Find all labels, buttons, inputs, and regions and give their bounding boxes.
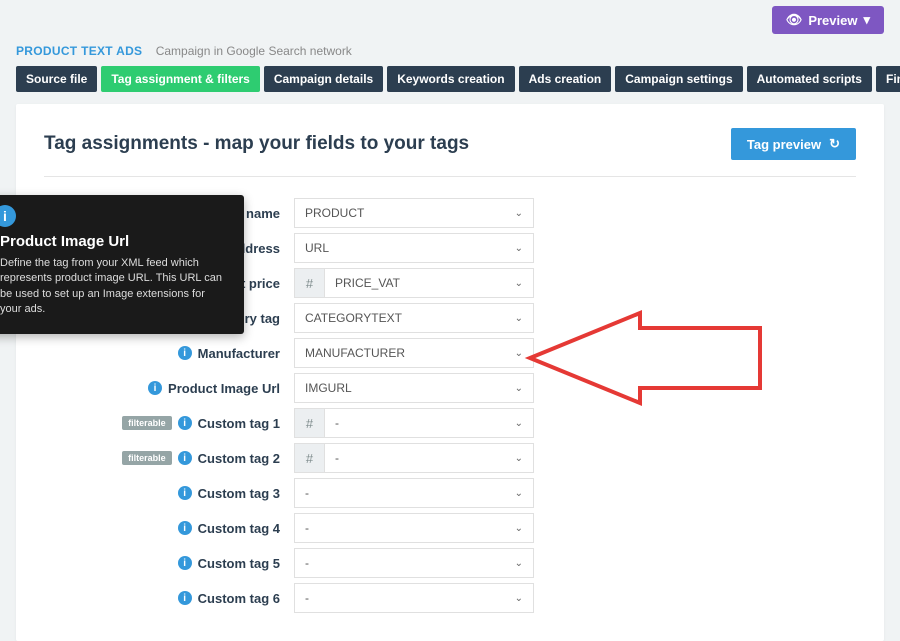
field-row: filterableiCustom tag 2#-⌄	[44, 442, 856, 474]
field-row: iCustom tag 5-⌄	[44, 547, 856, 579]
field-select[interactable]: PRODUCT ⌄	[294, 198, 534, 228]
hash-prefix: #	[294, 443, 324, 473]
info-icon[interactable]: i	[178, 346, 192, 360]
field-label: Custom tag 1	[198, 416, 280, 431]
field-select[interactable]: MANUFACTURER ⌄	[294, 338, 534, 368]
field-row: iCustom tag 3-⌄	[44, 477, 856, 509]
select-value: IMGURL	[305, 381, 352, 395]
select-value: PRODUCT	[305, 206, 364, 220]
info-icon[interactable]: i	[178, 521, 192, 535]
field-label: Custom tag 4	[198, 521, 280, 536]
select-value: -	[305, 556, 309, 570]
field-select[interactable]: -⌄	[324, 408, 534, 438]
field-select[interactable]: -⌄	[324, 443, 534, 473]
field-select[interactable]: -⌄	[294, 478, 534, 508]
info-icon[interactable]: i	[148, 381, 162, 395]
field-select[interactable]: -⌄	[294, 583, 534, 613]
field-label: Product Image Url	[168, 381, 280, 396]
breadcrumb-main[interactable]: PRODUCT TEXT ADS	[16, 44, 142, 58]
tooltip-body: Define the tag from your XML feed which …	[0, 256, 228, 318]
chevron-down-icon: ⌄	[515, 418, 523, 429]
caret-down-icon: ▾	[863, 12, 870, 28]
info-icon[interactable]: i	[178, 591, 192, 605]
filterable-badge: filterable	[122, 416, 172, 430]
refresh-icon: ↻	[829, 136, 840, 152]
filterable-badge: filterable	[122, 451, 172, 465]
field-select[interactable]: -⌄	[294, 513, 534, 543]
chevron-down-icon: ⌄	[515, 278, 523, 289]
chevron-down-icon: ⌄	[515, 313, 523, 324]
hash-prefix: #	[294, 408, 324, 438]
breadcrumb: PRODUCT TEXT ADS Campaign in Google Sear…	[0, 40, 900, 66]
select-value: PRICE_VAT	[335, 276, 400, 290]
tooltip-title: Product Image Url	[0, 233, 228, 250]
tooltip-product-image-url: i Product Image Url Define the tag from …	[0, 195, 244, 334]
field-label: Custom tag 3	[198, 486, 280, 501]
chevron-down-icon: ⌄	[515, 208, 523, 219]
tab-automated-scripts[interactable]: Automated scripts	[747, 66, 872, 92]
main-panel: Tag assignments - map your fields to you…	[16, 104, 884, 641]
select-value: -	[305, 521, 309, 535]
chevron-down-icon: ⌄	[515, 383, 523, 394]
select-value: MANUFACTURER	[305, 346, 405, 360]
tab-tag-assignment[interactable]: Tag assignment & filters	[101, 66, 259, 92]
field-label: Custom tag 2	[198, 451, 280, 466]
breadcrumb-sub: Campaign in Google Search network	[156, 44, 352, 58]
field-select[interactable]: -⌄	[294, 548, 534, 578]
tab-campaign-details[interactable]: Campaign details	[264, 66, 383, 92]
info-icon[interactable]: i	[178, 451, 192, 465]
chevron-down-icon: ⌄	[515, 348, 523, 359]
chevron-down-icon: ⌄	[515, 243, 523, 254]
info-icon[interactable]: i	[178, 416, 192, 430]
tab-ads-creation[interactable]: Ads creation	[519, 66, 612, 92]
tab-campaign-settings[interactable]: Campaign settings	[615, 66, 742, 92]
field-label: Custom tag 5	[198, 556, 280, 571]
tab-source-file[interactable]: Source file	[16, 66, 97, 92]
select-value: -	[335, 416, 339, 430]
field-row: iCustom tag 6-⌄	[44, 582, 856, 614]
field-row: filterableiCustom tag 1#-⌄	[44, 407, 856, 439]
hash-prefix: #	[294, 268, 324, 298]
field-select[interactable]: CATEGORYTEXT ⌄	[294, 303, 534, 333]
select-value: -	[305, 591, 309, 605]
field-select[interactable]: URL ⌄	[294, 233, 534, 263]
field-row: iCustom tag 4-⌄	[44, 512, 856, 544]
preview-button[interactable]: 👁 Preview ▾	[772, 6, 884, 34]
select-value: -	[305, 486, 309, 500]
eye-icon: 👁	[786, 12, 803, 28]
field-select[interactable]: IMGURL ⌄	[294, 373, 534, 403]
chevron-down-icon: ⌄	[515, 453, 523, 464]
info-icon[interactable]: i	[178, 556, 192, 570]
field-row: i Manufacturer MANUFACTURER ⌄	[44, 337, 856, 369]
tab-finish[interactable]: Finish	[876, 66, 900, 92]
field-label: Custom tag 6	[198, 591, 280, 606]
tab-bar: Source file Tag assignment & filters Cam…	[0, 66, 900, 92]
select-value: -	[335, 451, 339, 465]
panel-title: Tag assignments - map your fields to you…	[44, 133, 469, 155]
info-icon[interactable]: i	[178, 486, 192, 500]
field-label: Manufacturer	[198, 346, 280, 361]
chevron-down-icon: ⌄	[515, 558, 523, 569]
chevron-down-icon: ⌄	[515, 593, 523, 604]
info-icon: i	[0, 205, 16, 227]
tab-keywords-creation[interactable]: Keywords creation	[387, 66, 514, 92]
tag-preview-button[interactable]: Tag preview ↻	[731, 128, 856, 160]
select-value: CATEGORYTEXT	[305, 311, 402, 325]
chevron-down-icon: ⌄	[515, 523, 523, 534]
field-select[interactable]: PRICE_VAT ⌄	[324, 268, 534, 298]
chevron-down-icon: ⌄	[515, 488, 523, 499]
preview-label: Preview	[808, 13, 857, 28]
select-value: URL	[305, 241, 329, 255]
field-row: i Product Image Url IMGURL ⌄	[44, 372, 856, 404]
